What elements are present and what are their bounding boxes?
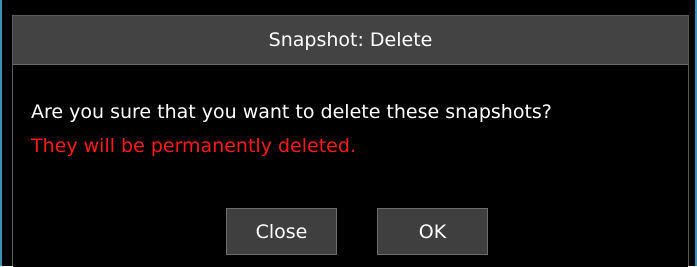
- close-button[interactable]: Close: [226, 208, 337, 255]
- dialog-title: Snapshot: Delete: [268, 29, 433, 51]
- window-frame: Snapshot: Delete Are you sure that you w…: [0, 0, 697, 267]
- delete-snapshot-dialog: Snapshot: Delete Are you sure that you w…: [12, 15, 689, 267]
- confirmation-question: Are you sure that you want to delete the…: [31, 101, 552, 123]
- dialog-body: Are you sure that you want to delete the…: [13, 65, 688, 267]
- warning-message: They will be permanently deleted.: [31, 135, 356, 157]
- close-button-label: Close: [255, 220, 308, 243]
- dialog-title-bar: Snapshot: Delete: [13, 16, 688, 65]
- ok-button-label: OK: [418, 220, 447, 243]
- ok-button[interactable]: OK: [377, 208, 488, 255]
